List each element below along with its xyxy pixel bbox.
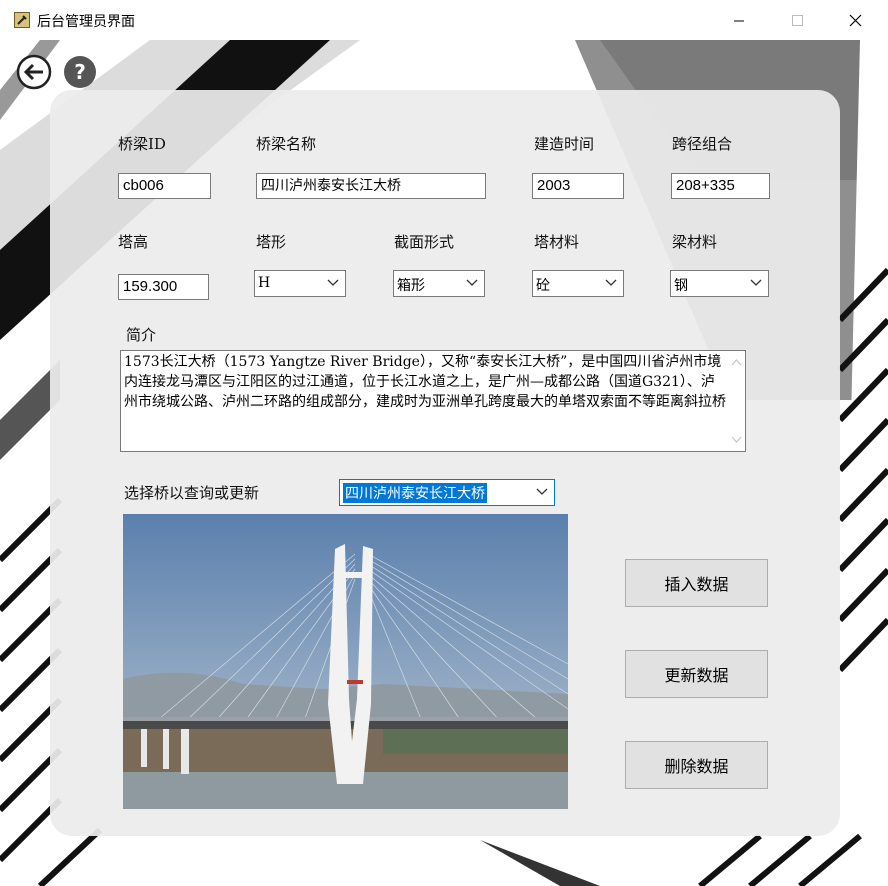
help-icon: ? bbox=[64, 56, 96, 88]
intro-textarea[interactable]: 1573长江大桥（1573 Yangtze River Bridge），又称“泰… bbox=[120, 350, 746, 452]
intro-text: 1573长江大桥（1573 Yangtze River Bridge），又称“泰… bbox=[124, 354, 726, 410]
tower-shape-select[interactable]: H bbox=[254, 270, 346, 297]
section-select[interactable]: 箱形 bbox=[393, 270, 485, 297]
chevron-down-icon bbox=[536, 488, 548, 495]
select-bridge-label: 选择桥以查询或更新 bbox=[124, 484, 260, 502]
tower-material-label: 塔材料 bbox=[534, 233, 580, 251]
chevron-down-icon bbox=[750, 279, 762, 286]
minimize-button[interactable] bbox=[716, 0, 762, 40]
app-icon bbox=[14, 12, 30, 28]
update-button[interactable]: 更新数据 bbox=[625, 650, 768, 698]
tower-shape-label: 塔形 bbox=[256, 233, 287, 251]
tower-material-value: 砼 bbox=[536, 278, 550, 294]
chevron-down-icon bbox=[327, 279, 339, 286]
beam-material-label: 梁材料 bbox=[672, 233, 718, 251]
close-button[interactable] bbox=[832, 0, 878, 40]
close-icon bbox=[849, 14, 862, 27]
bridge-photo bbox=[123, 514, 568, 809]
title-bar: 后台管理员界面 bbox=[0, 0, 888, 40]
tower-height-label: 塔高 bbox=[118, 233, 149, 251]
chevron-down-icon bbox=[466, 279, 478, 286]
admin-window: 后台管理员界面 ? 桥梁ID 桥梁名称 建造时间 跨径组合 cb006 四川泸州… bbox=[0, 0, 888, 886]
back-arrow-icon bbox=[16, 54, 52, 90]
delete-button[interactable]: 删除数据 bbox=[625, 741, 768, 789]
beam-material-value: 钢 bbox=[674, 278, 688, 294]
bridge-id-label: 桥梁ID bbox=[118, 135, 166, 153]
intro-label: 简介 bbox=[126, 326, 157, 344]
chevron-down-icon bbox=[605, 279, 617, 286]
section-label: 截面形式 bbox=[394, 233, 455, 251]
window-title: 后台管理员界面 bbox=[37, 14, 135, 30]
bridge-name-label: 桥梁名称 bbox=[256, 135, 317, 153]
tower-material-select[interactable]: 砼 bbox=[532, 270, 624, 297]
tower-shape-value: H bbox=[258, 275, 271, 291]
maximize-icon bbox=[792, 15, 803, 26]
insert-button[interactable]: 插入数据 bbox=[625, 559, 768, 607]
build-time-label: 建造时间 bbox=[534, 135, 595, 153]
tower-height-input[interactable]: 159.300 bbox=[118, 274, 209, 300]
span-input[interactable]: 208+335 bbox=[671, 173, 770, 199]
svg-text:?: ? bbox=[74, 60, 86, 84]
build-time-input[interactable]: 2003 bbox=[532, 173, 624, 199]
bridge-select[interactable]: 四川泸州泰安长江大桥 bbox=[339, 479, 555, 506]
bridge-id-input[interactable]: cb006 bbox=[118, 173, 211, 199]
maximize-button[interactable] bbox=[774, 0, 820, 40]
bridge-select-value: 四川泸州泰安长江大桥 bbox=[343, 483, 487, 503]
span-label: 跨径组合 bbox=[672, 135, 733, 153]
back-button[interactable] bbox=[16, 54, 52, 90]
bridge-name-input[interactable]: 四川泸州泰安长江大桥 bbox=[256, 173, 486, 199]
scrollbar[interactable] bbox=[728, 351, 745, 451]
section-value: 箱形 bbox=[397, 278, 425, 294]
minimize-icon bbox=[734, 20, 744, 22]
help-button[interactable]: ? bbox=[62, 54, 98, 90]
beam-material-select[interactable]: 钢 bbox=[670, 270, 769, 297]
